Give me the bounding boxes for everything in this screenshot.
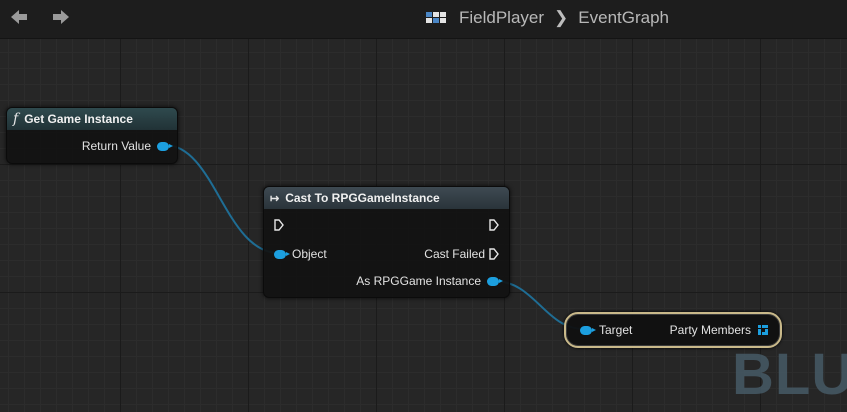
node-cast-to-rpggameinstance[interactable]: ↦ Cast To RPGGameInstance Object Cast Fa…: [263, 186, 510, 298]
chevron-right-icon: ❯: [554, 8, 569, 27]
cast-icon: ↦: [270, 192, 280, 205]
breadcrumb-item-graph[interactable]: EventGraph: [578, 8, 669, 28]
exec-pin-icon[interactable]: [489, 248, 499, 260]
node-get-game-instance[interactable]: f Get Game Instance Return Value: [6, 107, 178, 164]
pin-label: As RPGGame Instance: [356, 274, 481, 288]
pin-cast-failed[interactable]: Cast Failed: [424, 247, 499, 261]
exec-pin-icon[interactable]: [274, 219, 284, 231]
graph-canvas[interactable]: BLUE f Get Game Instance Return Value ↦ …: [0, 39, 847, 412]
node-header[interactable]: ↦ Cast To RPGGameInstance: [264, 187, 509, 209]
function-icon: f: [13, 111, 19, 127]
object-pin-icon[interactable]: [274, 249, 290, 259]
node-get-party-members[interactable]: Target Party Members: [564, 312, 782, 348]
pin-target[interactable]: Target: [580, 323, 632, 337]
pin-label: Target: [599, 323, 633, 337]
pin-as-rpggame-instance[interactable]: As RPGGame Instance: [356, 274, 503, 288]
arrow-right-icon: [53, 10, 69, 24]
exec-pin-icon[interactable]: [489, 219, 499, 231]
pin-return-value[interactable]: Return Value: [81, 139, 173, 153]
object-pin-icon[interactable]: [580, 325, 596, 335]
node-title: Get Game Instance: [24, 112, 133, 126]
object-pin-icon[interactable]: [157, 141, 173, 151]
breadcrumb: FieldPlayer ❯ EventGraph: [425, 7, 669, 29]
pin-label: Cast Failed: [424, 247, 485, 261]
node-header[interactable]: f Get Game Instance: [7, 108, 177, 130]
pin-party-members[interactable]: Party Members: [670, 323, 768, 337]
wire-return-to-object[interactable]: [164, 144, 280, 254]
toolbar: FieldPlayer ❯ EventGraph: [0, 0, 847, 39]
blueprint-grid-icon: [426, 12, 446, 23]
forward-button[interactable]: [48, 5, 74, 29]
pin-label: Object: [292, 247, 327, 261]
pin-exec-out[interactable]: [489, 219, 499, 231]
object-pin-icon[interactable]: [487, 276, 503, 286]
pin-object[interactable]: Object: [274, 247, 327, 261]
pin-exec-in[interactable]: [274, 219, 284, 231]
node-title: Cast To RPGGameInstance: [285, 191, 440, 205]
pin-label: Party Members: [669, 323, 751, 337]
pin-label: Return Value: [81, 139, 151, 153]
back-button[interactable]: [6, 5, 32, 29]
array-pin-icon[interactable]: [758, 325, 768, 335]
breadcrumb-item-blueprint[interactable]: FieldPlayer: [459, 8, 544, 28]
arrow-left-icon: [11, 10, 27, 24]
